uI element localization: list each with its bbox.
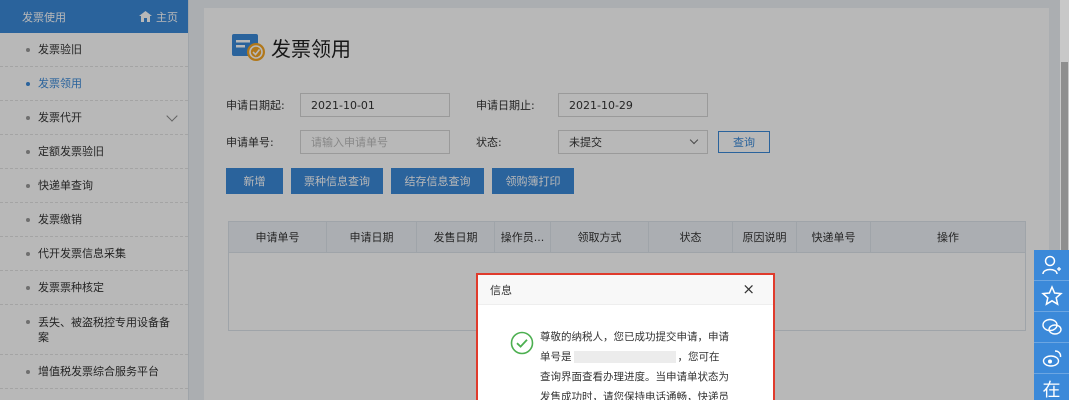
weibo-tool[interactable] [1034, 343, 1069, 374]
check-circle-icon [510, 331, 534, 355]
user-tool[interactable] [1034, 250, 1069, 281]
dialog-header: 信息 × [478, 275, 773, 305]
wechat-icon [1041, 318, 1062, 335]
dialog-message: 尊敬的纳税人，您已成功提交申请，申请 单号是 ，您可在 查询界面查看办理进度。当申… [478, 305, 773, 400]
weibo-icon [1042, 350, 1061, 367]
floating-toolbar: 在 [1034, 250, 1069, 400]
redacted-order-number [573, 351, 676, 363]
online-service-label: 在 [1042, 380, 1061, 400]
star-icon [1040, 285, 1063, 306]
info-dialog: 信息 × 尊敬的纳税人，您已成功提交申请，申请 单号是 ，您可在 查询界面查看办理… [476, 273, 775, 400]
online-service-tool[interactable]: 在 [1034, 374, 1069, 400]
close-icon[interactable]: × [742, 282, 755, 297]
dialog-title: 信息 [490, 283, 512, 297]
scrollbar-thumb[interactable] [1061, 62, 1068, 252]
wechat-tool[interactable] [1034, 312, 1069, 343]
favorite-tool[interactable] [1034, 281, 1069, 312]
user-icon [1041, 255, 1061, 275]
